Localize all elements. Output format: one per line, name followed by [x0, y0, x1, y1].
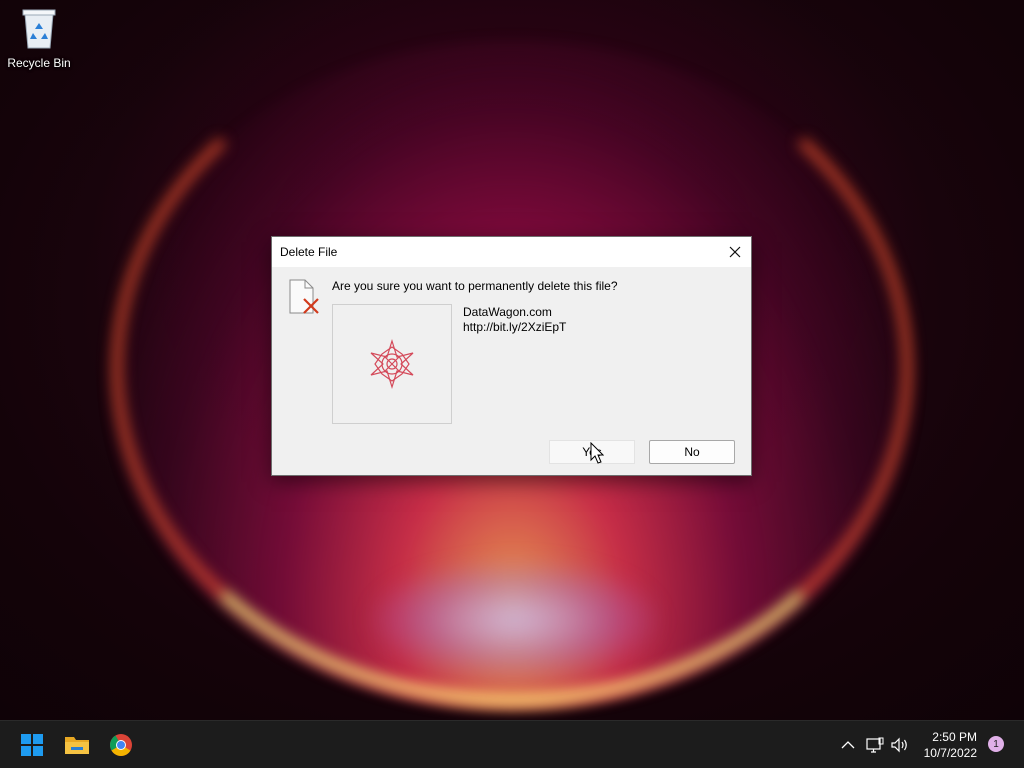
folder-icon [65, 737, 89, 754]
chrome-icon [110, 734, 132, 756]
desktop-icon-label: Recycle Bin [7, 56, 71, 70]
taskbar-file-explorer-button[interactable] [60, 729, 94, 761]
file-name: DataWagon.com [463, 305, 552, 319]
tray-network-button[interactable] [864, 734, 886, 756]
desktop-icon-recycle-bin[interactable]: Recycle Bin [4, 6, 74, 76]
confirm-question: Are you sure you want to permanently del… [332, 279, 618, 293]
chevron-up-icon [841, 741, 855, 749]
clock-time: 2:50 PM [932, 730, 977, 744]
recycle-bin-icon [22, 9, 56, 49]
network-icon [866, 737, 884, 753]
delete-file-icon [289, 279, 319, 314]
dialog-title: Delete File [280, 245, 338, 259]
clock-date: 10/7/2022 [923, 746, 977, 760]
volume-icon [891, 737, 907, 753]
dialog-titlebar[interactable]: Delete File [272, 237, 751, 267]
file-thumbnail-icon [370, 339, 414, 389]
taskbar-clock[interactable]: 2:50 PM 10/7/2022 [924, 729, 977, 761]
taskbar: 2:50 PM 10/7/2022 [0, 720, 1024, 768]
taskbar-start-button[interactable] [15, 729, 49, 761]
delete-file-dialog: Delete File Are you sure you want to per… [271, 236, 752, 476]
file-thumbnail [332, 304, 452, 424]
notification-badge[interactable]: 1 [988, 736, 1004, 752]
taskbar-chrome-button[interactable] [104, 729, 138, 761]
close-icon [729, 246, 741, 258]
tray-overflow-button[interactable] [837, 734, 859, 756]
file-detail: http://bit.ly/2XziEpT [463, 320, 567, 334]
no-button[interactable]: No [649, 440, 735, 464]
mouse-cursor-icon [590, 442, 604, 464]
tray-volume-button[interactable] [889, 734, 911, 756]
wallpaper-core [370, 560, 660, 680]
close-button[interactable] [719, 237, 751, 267]
windows-start-icon [21, 734, 43, 756]
